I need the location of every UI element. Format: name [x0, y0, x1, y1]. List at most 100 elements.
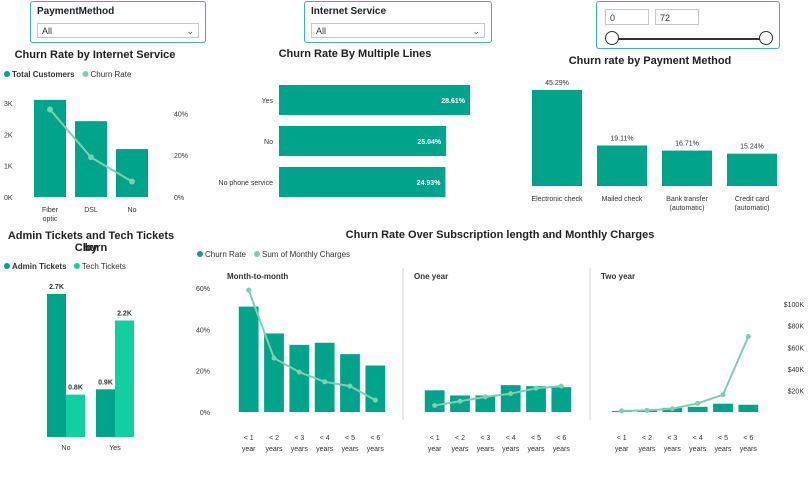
- admin-data-label: 2.7K: [49, 284, 64, 291]
- tenure-x-tick: < 2: [269, 435, 279, 442]
- admin-data-label: 0.9K: [98, 379, 113, 386]
- tenure-y2-tick: $80K: [788, 324, 805, 331]
- tenure-charges-point: [533, 385, 539, 391]
- tenure-x-tick: < 5: [531, 435, 541, 442]
- tenure-x-tick: years: [477, 446, 495, 453]
- tenure-bar: [424, 390, 445, 412]
- tenure-y2-tick: $60K: [788, 345, 805, 352]
- lines-y-tick: No phone service: [219, 180, 274, 187]
- tech-data-label: 2.2K: [117, 310, 132, 317]
- internet-legend-label-0: Total Customers: [12, 70, 75, 79]
- tenure-x-tick: < 3: [667, 435, 677, 442]
- tenure-x-tick: years: [714, 446, 732, 453]
- lines-data-label: 25.04%: [417, 139, 442, 146]
- tenure-x-tick: < 2: [455, 435, 465, 442]
- tenure-x-tick: < 4: [320, 435, 330, 442]
- lines-data-label: 28.61%: [441, 98, 466, 105]
- tenure-x-tick: < 6: [743, 435, 753, 442]
- tenure-x-tick: years: [553, 446, 571, 453]
- tenure-charges-point: [372, 397, 378, 403]
- tenure-charges-point: [558, 383, 564, 389]
- tenure-bar: [450, 395, 470, 412]
- tenure-x-tick: < 3: [294, 435, 304, 442]
- tenure-x-tick: < 3: [480, 435, 490, 442]
- tenure-legend-marker-0: [197, 251, 203, 257]
- payment-data-label: 16.71%: [675, 141, 699, 148]
- lines-data-label: 24.93%: [417, 180, 442, 187]
- tenure-charges-point: [246, 287, 252, 293]
- internet-y-tick: 0K: [4, 195, 13, 202]
- tenure-x-tick: years: [367, 446, 385, 453]
- tenure-x-tick: years: [527, 446, 545, 453]
- lines-y-tick: No: [264, 139, 273, 146]
- tenure-charges-point: [482, 394, 488, 400]
- tenure-bar: [340, 354, 360, 412]
- payment-bar: [597, 145, 647, 186]
- tenure-y-tick: 60%: [196, 286, 210, 293]
- internet-churn-point: [47, 106, 53, 113]
- tenure-charges-point: [644, 407, 650, 413]
- payment-x-tick: Mailed check: [602, 196, 643, 203]
- tenure-bar: [314, 342, 335, 412]
- internet-y-tick: 1K: [4, 164, 13, 171]
- tenure-panel-title: Two year: [601, 272, 635, 281]
- internet-legend-marker-0: [4, 71, 10, 77]
- tenure-bar: [713, 403, 733, 412]
- tenure-charges-point: [695, 400, 701, 406]
- internet-y2-tick: 40%: [174, 111, 188, 118]
- tenure-x-tick: < 5: [718, 435, 728, 442]
- tenure-x-tick: years: [689, 446, 707, 453]
- tenure-x-tick: years: [291, 446, 309, 453]
- tenure-charges-point: [322, 379, 328, 385]
- payment-x-tick: (automatic): [669, 205, 704, 212]
- tenure-charges-point: [720, 392, 726, 398]
- payment-data-label: 45.29%: [545, 80, 569, 87]
- tenure-x-tick: year: [428, 446, 442, 453]
- payment-data-label: 19.11%: [610, 135, 633, 142]
- dashboard: PaymentMethod All ⌄ Internet Service All ⌄…: [0, 0, 810, 484]
- payment-bar: [532, 90, 582, 186]
- tenure-charges-point: [508, 391, 514, 397]
- internet-y2-tick: 20%: [174, 153, 188, 160]
- tenure-legend-marker-1: [254, 251, 260, 257]
- tenure-x-tick: years: [502, 446, 520, 453]
- internet-churn-point: [88, 154, 94, 161]
- payment-bar: [727, 153, 777, 186]
- tenure-bar: [687, 406, 708, 412]
- internet-bar: [34, 99, 66, 197]
- tenure-x-tick: < 4: [693, 435, 703, 442]
- tenure-x-tick: years: [638, 446, 656, 453]
- payment-x-tick: (automatic): [734, 205, 769, 212]
- tenure-x-tick: years: [664, 446, 682, 453]
- tech-data-label: 0.8K: [68, 385, 83, 392]
- internet-legend-marker-1: [82, 71, 89, 77]
- tenure-y2-tick: $20K: [788, 388, 805, 395]
- tenure-charges-line: [621, 336, 750, 412]
- lines-y-tick: Yes: [262, 98, 274, 105]
- tenure-x-tick: < 6: [370, 435, 380, 442]
- tenure-charges-point: [347, 383, 353, 389]
- tenure-bar: [264, 333, 284, 412]
- tenure-charges-point: [669, 406, 675, 412]
- internet-legend-label-1: Churn Rate: [91, 70, 132, 79]
- tenure-panel-title: Month-to-month: [227, 272, 288, 281]
- tenure-x-tick: year: [242, 446, 256, 453]
- charts-canvas: Total Customers Churn Rate 0K 1K 2K 3K 0% 20% 40…: [4, 70, 805, 453]
- tech-tickets-bar: [66, 394, 85, 437]
- tenure-bar: [738, 404, 759, 412]
- tenure-y-tick: 40%: [196, 327, 210, 334]
- internet-x-tick: Fiber: [42, 207, 59, 214]
- admin-legend-marker-1: [73, 263, 80, 269]
- tenure-charges-point: [745, 334, 751, 340]
- tech-tickets-bar: [115, 320, 134, 437]
- admin-legend-label-0: Admin Tickets: [12, 262, 67, 271]
- tenure-x-tick: < 5: [345, 435, 355, 442]
- tenure-x-tick: < 2: [642, 435, 652, 442]
- admin-x-tick: No: [62, 445, 71, 452]
- payment-x-tick: Bank transfer: [666, 196, 708, 203]
- admin-legend-marker-0: [4, 263, 10, 269]
- admin-legend-label-1: Tech Tickets: [82, 262, 126, 271]
- payment-bar: [662, 150, 712, 186]
- tenure-legend-label-0: Churn Rate: [205, 250, 246, 259]
- tenure-y-tick: 20%: [196, 369, 210, 376]
